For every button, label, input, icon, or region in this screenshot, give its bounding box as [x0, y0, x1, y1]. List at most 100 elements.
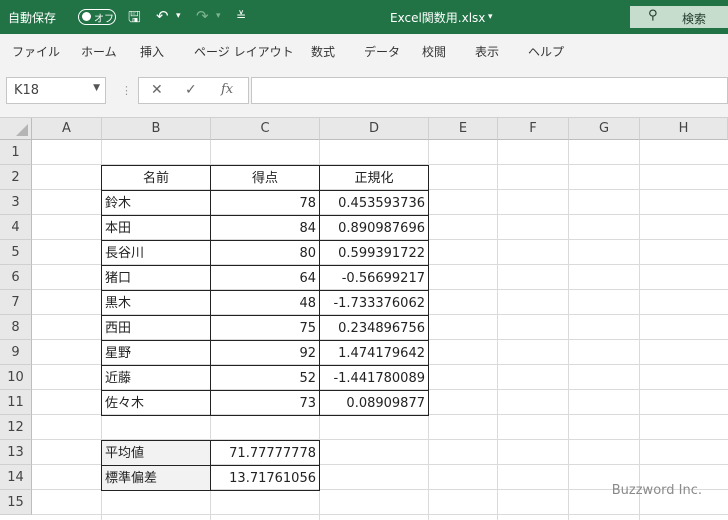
table-cell[interactable]: -1.441780089 — [319, 365, 429, 391]
table-cell[interactable]: 75 — [210, 315, 320, 341]
column-header-c[interactable]: C — [211, 118, 320, 140]
toggle-knob — [82, 12, 91, 21]
table-cell[interactable]: 鈴木 — [101, 190, 211, 216]
save-icon[interactable]: 🖫 — [128, 7, 141, 32]
search-icon: ⚲ — [648, 8, 658, 23]
table-cell[interactable]: 1.474179642 — [319, 340, 429, 366]
column-header-b[interactable]: B — [102, 118, 211, 140]
document-title: Excel関数用.xlsx — [390, 11, 486, 25]
table-cell[interactable]: 84 — [210, 215, 320, 241]
table-cell[interactable]: 92 — [210, 340, 320, 366]
table-cell[interactable]: 52 — [210, 365, 320, 391]
table-cell[interactable]: 80 — [210, 240, 320, 266]
title-dropdown-icon[interactable]: ▾ — [488, 12, 493, 22]
select-all-icon — [16, 124, 28, 136]
name-box-dropdown-icon[interactable]: ▼ — [93, 83, 100, 93]
table-cell[interactable]: 黒木 — [101, 290, 211, 316]
search-box[interactable]: ⚲ 検索 — [630, 6, 728, 28]
table-cell[interactable]: 長谷川 — [101, 240, 211, 266]
table-cell[interactable]: 本田 — [101, 215, 211, 241]
stat-value-mean[interactable]: 71.77777778 — [210, 440, 320, 466]
autosave-label: 自動保存 — [8, 11, 57, 25]
formula-bar-area: K18 ▼ ⋮ ✕ ✓ fx — [0, 66, 728, 118]
row-header-8[interactable]: 8 — [0, 315, 32, 340]
customize-toolbar-icon[interactable]: ≚ — [236, 9, 246, 23]
table-cell[interactable]: 猪口 — [101, 265, 211, 291]
row-header-6[interactable]: 6 — [0, 265, 32, 290]
header-cell-normalized[interactable]: 正規化 — [319, 165, 429, 191]
header-cell-score[interactable]: 得点 — [210, 165, 320, 191]
insert-function-icon[interactable]: fx — [221, 82, 233, 97]
formula-input[interactable] — [251, 77, 728, 104]
table-cell[interactable]: 78 — [210, 190, 320, 216]
table-cell[interactable]: 星野 — [101, 340, 211, 366]
watermark: Buzzword Inc. — [611, 483, 702, 498]
row-header-9[interactable]: 9 — [0, 340, 32, 365]
gridline — [568, 140, 569, 520]
select-all-corner[interactable] — [0, 118, 32, 140]
redo-icon: ↷ — [196, 7, 209, 25]
row-header-4[interactable]: 4 — [0, 215, 32, 240]
column-header-a[interactable]: A — [32, 118, 102, 140]
column-header-g[interactable]: G — [569, 118, 640, 140]
redo-dropdown-icon: ▾ — [216, 11, 221, 21]
undo-dropdown-icon[interactable]: ▾ — [176, 11, 181, 21]
row-header-12[interactable]: 12 — [0, 415, 32, 440]
gridline — [639, 140, 640, 520]
search-label: 検索 — [682, 12, 707, 26]
tab-view[interactable]: 表示 — [475, 43, 499, 60]
table-cell[interactable]: 0.599391722 — [319, 240, 429, 266]
undo-icon[interactable]: ↶ — [156, 7, 169, 25]
tab-review[interactable]: 校閲 — [422, 43, 446, 60]
ribbon-tabs: ファイル ホーム 挿入 ページ レイアウト 数式 データ 校閲 表示 ヘルプ — [0, 34, 728, 67]
name-box[interactable]: K18 ▼ — [6, 77, 106, 104]
column-header-e[interactable]: E — [429, 118, 498, 140]
tab-file[interactable]: ファイル — [12, 43, 60, 60]
autosave-toggle[interactable]: オフ — [78, 9, 116, 25]
gridline — [32, 514, 728, 515]
tab-page-layout[interactable]: ページ レイアウト — [194, 43, 294, 60]
table-cell[interactable]: 0.234896756 — [319, 315, 429, 341]
row-header-14[interactable]: 14 — [0, 465, 32, 490]
column-header-d[interactable]: D — [320, 118, 429, 140]
row-header-11[interactable]: 11 — [0, 390, 32, 415]
name-box-value: K18 — [14, 83, 40, 98]
table-cell[interactable]: 0.890987696 — [319, 215, 429, 241]
row-header-2[interactable]: 2 — [0, 165, 32, 190]
table-cell[interactable]: 48 — [210, 290, 320, 316]
stat-label-stdev[interactable]: 標準偏差 — [101, 465, 211, 491]
title-bar: 自動保存 オフ 🖫 ↶ ▾ ↷ ▾ ≚ Excel関数用.xlsx ▾ ⚲ 検索 — [0, 0, 728, 34]
stat-value-stdev[interactable]: 13.71761056 — [210, 465, 320, 491]
row-header-1[interactable]: 1 — [0, 140, 32, 165]
drag-handle-icon[interactable]: ⋮ — [121, 84, 132, 97]
enter-icon[interactable]: ✓ — [185, 82, 197, 98]
toggle-state: オフ — [94, 14, 114, 25]
table-cell[interactable]: -1.733376062 — [319, 290, 429, 316]
table-cell[interactable]: 64 — [210, 265, 320, 291]
table-cell[interactable]: 73 — [210, 390, 320, 416]
tab-formulas[interactable]: 数式 — [311, 43, 335, 60]
table-cell[interactable]: 0.08909877 — [319, 390, 429, 416]
table-cell[interactable]: 西田 — [101, 315, 211, 341]
row-header-3[interactable]: 3 — [0, 190, 32, 215]
tab-home[interactable]: ホーム — [81, 43, 117, 60]
tab-help[interactable]: ヘルプ — [528, 43, 564, 60]
row-header-10[interactable]: 10 — [0, 365, 32, 390]
table-cell[interactable]: 0.453593736 — [319, 190, 429, 216]
row-header-15[interactable]: 15 — [0, 490, 32, 515]
gridline — [497, 140, 498, 520]
table-cell[interactable]: 近藤 — [101, 365, 211, 391]
column-header-f[interactable]: F — [498, 118, 569, 140]
cancel-icon[interactable]: ✕ — [151, 82, 163, 98]
header-cell-name[interactable]: 名前 — [101, 165, 211, 191]
row-header-5[interactable]: 5 — [0, 240, 32, 265]
column-header-h[interactable]: H — [640, 118, 728, 140]
tab-data[interactable]: データ — [364, 43, 400, 60]
formula-buttons: ✕ ✓ fx — [138, 77, 249, 104]
table-cell[interactable]: -0.56699217 — [319, 265, 429, 291]
row-header-7[interactable]: 7 — [0, 290, 32, 315]
table-cell[interactable]: 佐々木 — [101, 390, 211, 416]
row-header-13[interactable]: 13 — [0, 440, 32, 465]
stat-label-mean[interactable]: 平均値 — [101, 440, 211, 466]
tab-insert[interactable]: 挿入 — [140, 43, 164, 60]
